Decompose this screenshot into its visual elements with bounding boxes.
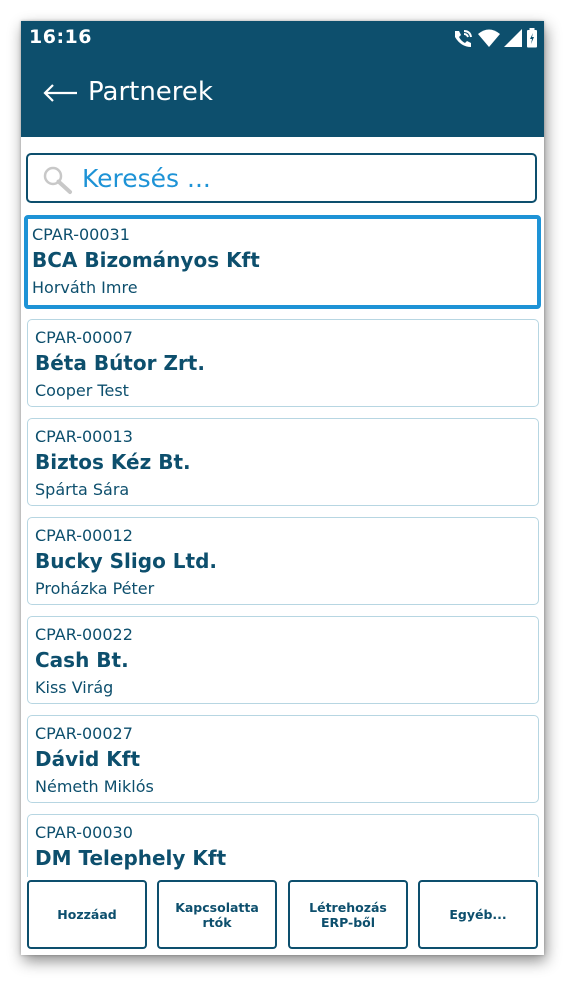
add-button[interactable]: Hozzáad xyxy=(27,880,147,949)
app-bar: Partnerek xyxy=(21,55,544,137)
more-button[interactable]: Egyéb... xyxy=(418,880,538,949)
partner-code: CPAR-00031 xyxy=(32,225,130,244)
partner-name: Cash Bt. xyxy=(35,648,129,672)
search-box[interactable] xyxy=(26,153,537,203)
partner-card[interactable]: CPAR-00013 Biztos Kéz Bt. Spárta Sára xyxy=(27,418,539,506)
partner-name: BCA Bizományos Kft xyxy=(32,248,260,272)
partner-name: Biztos Kéz Bt. xyxy=(35,450,191,474)
contacts-button[interactable]: Kapcsolatta rtók xyxy=(157,880,277,949)
partner-code: CPAR-00027 xyxy=(35,724,133,743)
status-icons xyxy=(452,27,538,49)
partner-card[interactable]: CPAR-00022 Cash Bt. Kiss Virág xyxy=(27,616,539,704)
partner-list[interactable]: CPAR-00031 BCA Bizományos Kft Horváth Imre… xyxy=(21,213,544,883)
partner-code: CPAR-00013 xyxy=(35,427,133,446)
partner-name: Dávid Kft xyxy=(35,747,141,771)
partner-card[interactable]: CPAR-00007 Béta Bútor Zrt. Cooper Test xyxy=(27,319,539,407)
partner-card[interactable]: CPAR-00031 BCA Bizományos Kft Horváth Imre xyxy=(24,215,541,309)
wifi-icon xyxy=(478,29,500,47)
search-icon xyxy=(43,166,72,194)
page-title: Partnerek xyxy=(88,77,213,107)
partner-contact: Spárta Sára xyxy=(35,480,130,499)
back-arrow-icon xyxy=(43,84,77,102)
partner-name: Béta Bútor Zrt. xyxy=(35,351,205,375)
wifi-call-icon xyxy=(455,30,472,47)
phone-screen: 16:16 Partnerek Keresés ... CPAR-00031 B… xyxy=(21,21,544,955)
status-bar: 16:16 xyxy=(21,21,544,55)
partner-card[interactable]: CPAR-00030 DM Telephely Kft xyxy=(27,814,539,883)
partner-card[interactable]: CPAR-00012 Bucky Sligo Ltd. Proházka Péter xyxy=(27,517,539,605)
partner-code: CPAR-00012 xyxy=(35,526,133,545)
partner-name: DM Telephely Kft xyxy=(35,846,227,870)
partner-name: Bucky Sligo Ltd. xyxy=(35,549,217,573)
signal-icon xyxy=(504,29,522,47)
partner-contact: Cooper Test xyxy=(35,381,129,400)
partner-code: CPAR-00007 xyxy=(35,328,133,347)
partner-contact: Horváth Imre xyxy=(32,278,138,297)
partner-contact: Kiss Virág xyxy=(35,678,114,697)
partner-code: CPAR-00022 xyxy=(35,625,133,644)
partner-contact: Németh Miklós xyxy=(35,777,154,796)
partner-contact: Proházka Péter xyxy=(35,579,155,598)
search-input[interactable] xyxy=(82,161,522,195)
status-time: 16:16 xyxy=(29,26,92,48)
battery-icon xyxy=(527,28,537,48)
create-from-erp-button[interactable]: Létrehozás ERP-ből xyxy=(288,880,408,949)
partner-code: CPAR-00030 xyxy=(35,823,133,842)
action-bar: Hozzáad Kapcsolatta rtók Létrehozás ERP-… xyxy=(21,877,544,955)
back-button[interactable] xyxy=(43,79,79,107)
partner-card[interactable]: CPAR-00027 Dávid Kft Németh Miklós xyxy=(27,715,539,803)
